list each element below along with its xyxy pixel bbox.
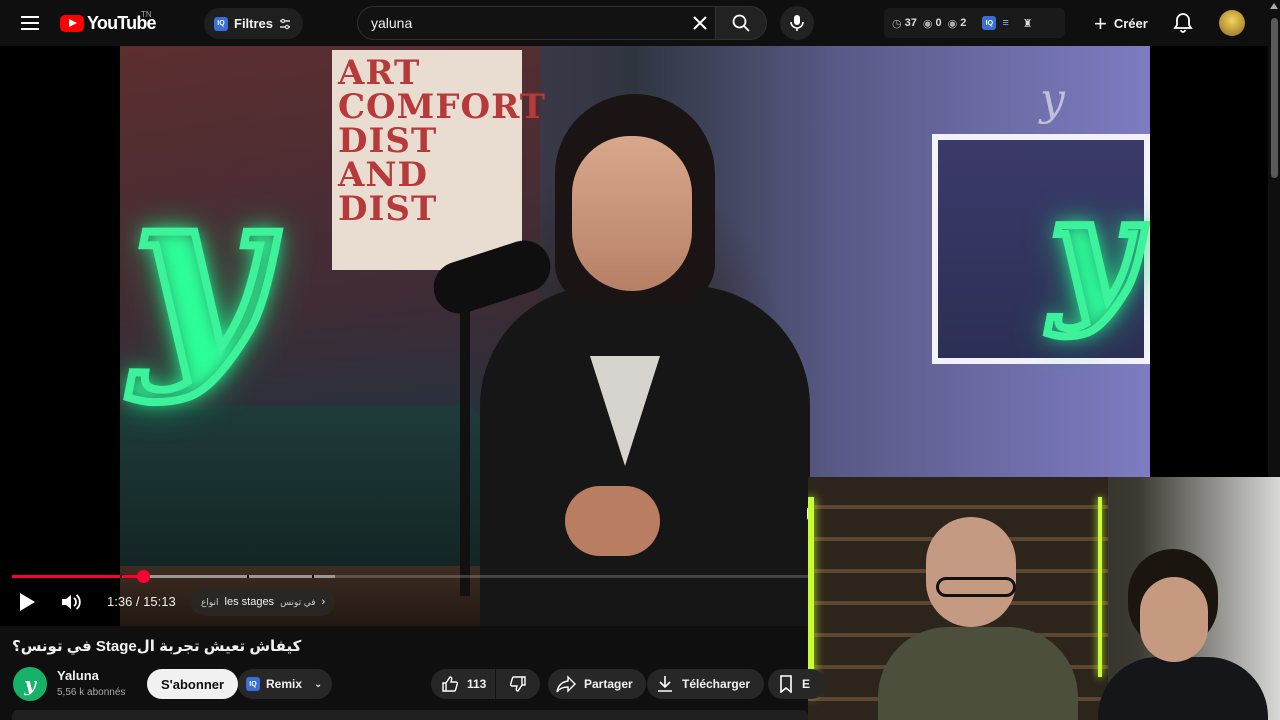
create-label: Créer <box>1113 16 1148 31</box>
play-icon <box>20 593 35 611</box>
video-title: في تونس؟ Stageكيفاش تعيش تجربة ال <box>12 638 302 655</box>
notifications-icon[interactable] <box>1170 10 1196 36</box>
description-box[interactable] <box>12 710 808 720</box>
views-stat[interactable]: ◷ 37 <box>892 17 917 30</box>
subscriber-count: 5,56 k abonnés <box>57 687 126 698</box>
sliders-icon <box>280 18 291 29</box>
extension-toolbar: ◷ 37 ◉ 0 ◉ 2 IQ ≡ ♜ <box>884 8 1065 38</box>
filters-label: Filtres <box>234 16 274 31</box>
thumbs-up-icon <box>442 676 459 692</box>
sofa <box>120 406 480 576</box>
filters-button[interactable]: IQ Filtres <box>204 8 304 39</box>
list-icon[interactable]: ≡ <box>1002 17 1008 29</box>
youtube-play-icon <box>60 14 84 32</box>
likes-stat[interactable]: ◉ 0 <box>923 17 942 30</box>
remix-button[interactable]: IQ Remix ⌄ <box>238 669 333 699</box>
comments-stat[interactable]: ◉ 2 <box>948 17 967 30</box>
neon-sign-right: y <box>1046 163 1141 339</box>
play-button[interactable] <box>12 587 42 617</box>
search-icon <box>732 14 750 32</box>
masthead: YouTube TN IQ Filtres ◷37 ◉0 ◉2 IQ ≡ ♜ +… <box>0 0 1280 46</box>
download-icon <box>658 676 672 692</box>
clear-search-icon[interactable] <box>688 11 712 35</box>
search-input[interactable] <box>371 15 681 31</box>
clock-icon: ◷ <box>892 17 902 30</box>
scrollbar-thumb[interactable] <box>1271 18 1278 178</box>
channel-watermark[interactable]: y <box>1040 74 1065 125</box>
channel-avatar[interactable]: y <box>13 667 47 701</box>
chapter-chip[interactable]: انواع les stages في تونس › <box>191 588 336 616</box>
menu-icon[interactable] <box>18 11 42 35</box>
channel-name[interactable]: Yaluna <box>57 668 99 683</box>
iq-extension-icon: IQ <box>246 677 260 691</box>
country-code: TN <box>141 10 152 19</box>
iq-extension-icon[interactable]: IQ <box>982 16 997 30</box>
share-icon <box>556 675 576 693</box>
chevron-down-icon: ⌄ <box>314 678 323 690</box>
scroll-up-arrow-icon[interactable] <box>1270 3 1278 9</box>
played-bar <box>12 575 143 578</box>
dislike-button[interactable] <box>496 669 540 699</box>
like-button[interactable]: 113 <box>431 669 495 699</box>
eye-icon: ◉ <box>922 17 933 30</box>
bookmark-icon <box>780 675 792 693</box>
voice-search-button[interactable] <box>780 6 814 40</box>
like-count: 113 <box>467 677 487 691</box>
microphone-icon <box>790 15 804 31</box>
plus-icon: + <box>1094 10 1107 36</box>
share-button[interactable]: Partager <box>548 669 646 699</box>
thumbs-down-icon <box>509 676 526 692</box>
save-button[interactable]: E <box>768 669 827 699</box>
account-avatar[interactable] <box>1219 10 1245 36</box>
create-button[interactable]: + Créer <box>1086 8 1160 39</box>
iq-extension-icon: IQ <box>214 16 228 31</box>
youtube-logo[interactable]: YouTube TN <box>60 10 157 33</box>
search-box <box>357 6 715 40</box>
volume-button[interactable] <box>56 587 86 617</box>
volume-icon <box>62 594 81 610</box>
search-button[interactable] <box>715 6 767 40</box>
chevron-right-icon: › <box>321 596 326 608</box>
scrubber-handle[interactable] <box>136 570 150 583</box>
download-button[interactable]: Télécharger <box>647 669 765 699</box>
time-display: 1:36 / 15:13 <box>107 594 176 609</box>
subscribe-button[interactable]: S'abonner <box>147 669 239 699</box>
eye-icon: ◉ <box>947 17 958 30</box>
trophy-icon[interactable]: ♜ <box>1023 17 1033 30</box>
neon-sign-left: y <box>128 136 270 406</box>
streamer-webcam <box>808 477 1280 720</box>
